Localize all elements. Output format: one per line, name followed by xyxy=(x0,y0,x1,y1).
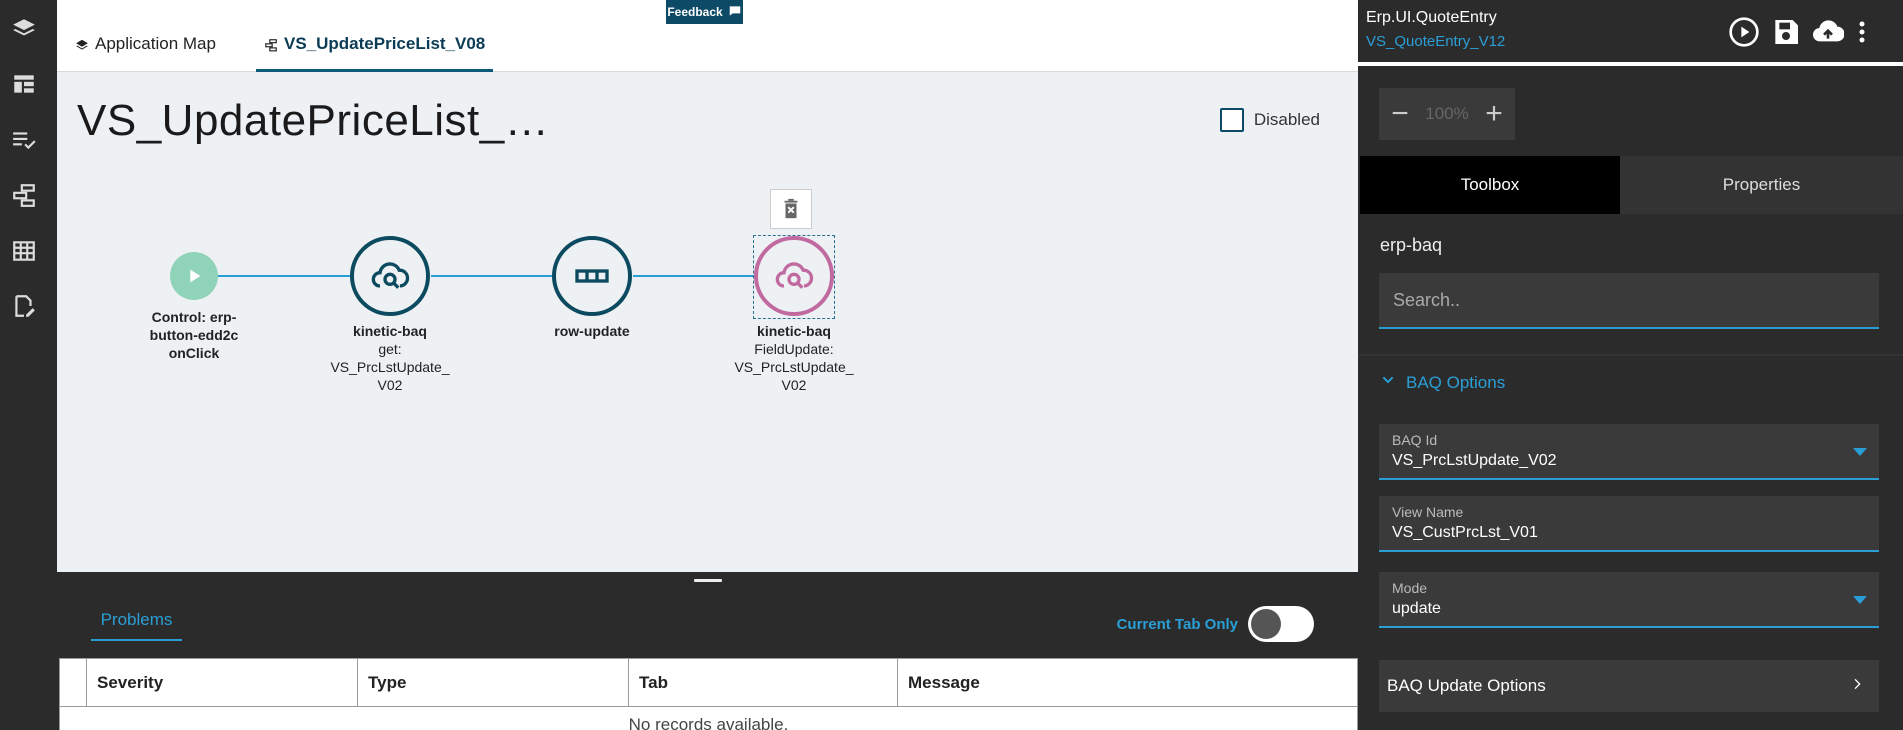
divider xyxy=(1358,354,1903,356)
chevron-right-icon xyxy=(1849,676,1865,697)
more-vertical-icon[interactable] xyxy=(1858,16,1872,48)
baq-id-field[interactable]: BAQ Id VS_PrcLstUpdate_V02 xyxy=(1379,424,1879,480)
select-column[interactable] xyxy=(60,659,87,706)
trigger-line-1: Control: erp- xyxy=(151,309,237,325)
node-title: row-update xyxy=(554,323,630,339)
zoom-in-button[interactable]: + xyxy=(1483,99,1505,129)
chevron-down-icon[interactable] xyxy=(1853,596,1867,604)
column-header[interactable]: Type xyxy=(358,659,629,706)
zoom-out-button[interactable]: − xyxy=(1389,99,1411,129)
toggle-switch[interactable] xyxy=(1248,606,1314,642)
left-rail xyxy=(0,0,57,730)
empty-state: No records available. xyxy=(628,715,789,730)
trigger-line-2: button-edd2c xyxy=(149,327,239,343)
kinetic-baq-node-label: kinetic-baq FieldUpdate: VS_PrcLstUpdate… xyxy=(714,322,874,394)
column-header[interactable]: Severity xyxy=(87,659,358,706)
node-line: get: xyxy=(378,341,402,357)
page-title: VS_UpdatePriceList_V08 xyxy=(77,96,577,145)
field-label: Mode xyxy=(1392,580,1428,596)
accordion-label: BAQ Options xyxy=(1406,372,1506,392)
node-title: kinetic-baq xyxy=(757,323,831,339)
zoom-level: 100% xyxy=(1425,104,1469,123)
row-update-node-label: row-update xyxy=(512,322,672,340)
splitter-handle[interactable] xyxy=(694,579,722,582)
chevron-down-icon xyxy=(1380,372,1396,393)
tab-problems[interactable]: Problems xyxy=(91,610,182,641)
run-icon[interactable] xyxy=(1728,16,1760,48)
right-panel-header: Erp.UI.QuoteEntry VS_QuoteEntry_V12 xyxy=(1358,0,1903,66)
checklist-icon[interactable] xyxy=(11,127,37,153)
tab-application-map[interactable]: Application Map xyxy=(67,34,224,72)
disabled-label: Disabled xyxy=(1253,110,1320,129)
field-label: View Name xyxy=(1392,504,1464,520)
node-line: FieldUpdate: xyxy=(754,341,834,357)
column-header[interactable]: Message xyxy=(898,659,1357,706)
current-tab-only-toggle[interactable]: Current Tab Only xyxy=(1117,606,1314,642)
layers-icon[interactable] xyxy=(11,16,37,42)
trigger-node-label: Control: erp- button-edd2c onClick xyxy=(119,308,269,362)
field-label: BAQ Id xyxy=(1392,432,1438,448)
kinetic-baq-node-selected[interactable] xyxy=(754,236,834,316)
chevron-down-icon[interactable] xyxy=(1853,448,1867,456)
trash-icon xyxy=(784,198,798,219)
trigger-node[interactable] xyxy=(170,252,218,300)
event-flow-icon[interactable] xyxy=(11,182,37,208)
column-header[interactable]: Tab xyxy=(629,659,898,706)
layer-link[interactable]: VS_QuoteEntry_V12 xyxy=(1366,33,1505,50)
mode-field[interactable]: Mode update xyxy=(1379,572,1879,628)
node-line: V02 xyxy=(377,377,403,393)
row-label: BAQ Update Options xyxy=(1387,676,1546,695)
cloud-upload-icon[interactable] xyxy=(1812,16,1845,48)
chat-icon xyxy=(728,4,742,21)
delete-node-button[interactable] xyxy=(770,189,812,229)
tab-properties[interactable]: Properties xyxy=(1620,156,1903,214)
panel-tabs: Toolbox Properties xyxy=(1358,156,1903,214)
save-icon[interactable] xyxy=(1770,16,1802,48)
zoom-control: − 100% + xyxy=(1379,88,1515,140)
field-value: VS_CustPrcLst_V01 xyxy=(1392,524,1538,541)
search-input[interactable]: Search.. xyxy=(1379,273,1879,329)
node-line: VS_PrcLstUpdate_ xyxy=(734,359,854,375)
disabled-checkbox[interactable] xyxy=(1219,108,1244,132)
main-content: Application Map VS_UpdatePriceList_V08 F… xyxy=(57,0,1358,730)
layout-icon[interactable] xyxy=(11,71,37,97)
layers-icon xyxy=(75,34,89,57)
kinetic-baq-node[interactable] xyxy=(350,236,430,316)
view-name-field[interactable]: View Name VS_CustPrcLst_V01 xyxy=(1379,496,1879,552)
app-title: Erp.UI.QuoteEntry xyxy=(1366,9,1497,26)
row-icon xyxy=(575,269,609,283)
widget-name: erp-baq xyxy=(1380,235,1443,255)
baq-update-options-row[interactable]: BAQ Update Options xyxy=(1379,660,1879,712)
right-panel: Erp.UI.QuoteEntry VS_QuoteEntry_V12 − 10… xyxy=(1358,0,1903,730)
problems-table: Severity Type Tab Message No records ava… xyxy=(59,658,1358,730)
feedback-button[interactable]: Feedback xyxy=(666,0,743,24)
baq-options-accordion[interactable]: BAQ Options xyxy=(1380,372,1505,393)
field-value: update xyxy=(1392,600,1441,617)
grid-icon[interactable] xyxy=(11,238,37,264)
kinetic-baq-node-label: kinetic-baq get: VS_PrcLstUpdate_ V02 xyxy=(310,322,470,394)
node-line: VS_PrcLstUpdate_ xyxy=(330,359,450,375)
row-update-node[interactable] xyxy=(552,236,632,316)
tab-label: VS_UpdatePriceList_V08 xyxy=(284,34,486,53)
toggle-knob xyxy=(1251,609,1281,639)
event-canvas[interactable]: VS_UpdatePriceList_V08 Disabled Control:… xyxy=(57,72,1358,572)
tab-toolbox[interactable]: Toolbox xyxy=(1360,156,1620,214)
feedback-label: Feedback xyxy=(667,5,723,19)
cloud-search-icon xyxy=(775,262,814,289)
panel-splitter[interactable] xyxy=(57,572,1358,590)
node-line: V02 xyxy=(781,377,807,393)
problems-panel: Problems Current Tab Only Severity Type … xyxy=(57,590,1358,730)
table-header: Severity Type Tab Message xyxy=(60,659,1357,707)
field-value: VS_PrcLstUpdate_V02 xyxy=(1392,452,1557,469)
disabled-toggle[interactable]: Disabled xyxy=(1219,108,1320,132)
current-tab-only-label: Current Tab Only xyxy=(1116,615,1238,633)
tab-label: Application Map xyxy=(95,34,216,53)
node-title: kinetic-baq xyxy=(353,323,427,339)
event-flow-icon xyxy=(264,34,278,57)
trigger-line-3: onClick xyxy=(168,345,220,361)
tab-event-flow[interactable]: VS_UpdatePriceList_V08 xyxy=(256,34,494,72)
document-edit-icon[interactable] xyxy=(11,293,37,319)
tab-bar: Application Map VS_UpdatePriceList_V08 F… xyxy=(57,0,1358,72)
cloud-search-icon xyxy=(371,262,410,289)
